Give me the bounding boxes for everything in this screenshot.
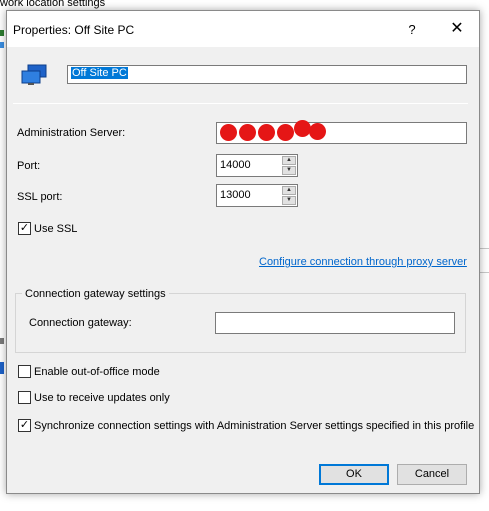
close-icon[interactable]: ✕ (447, 19, 467, 39)
gateway-input[interactable] (215, 312, 455, 334)
redaction-mark (239, 124, 256, 141)
synchronize-checkbox[interactable]: ✓ (18, 419, 31, 432)
gateway-group-label: Connection gateway settings (22, 288, 169, 300)
profile-name-input[interactable]: Off Site PC (67, 65, 467, 84)
computer-icon (21, 64, 47, 85)
ssl-port-label: SSL port: (17, 191, 63, 203)
admin-server-input[interactable] (216, 120, 467, 144)
port-label: Port: (17, 160, 41, 172)
updates-only-checkbox[interactable] (18, 391, 31, 404)
updates-only-label[interactable]: Use to receive updates only (34, 392, 170, 404)
out-of-office-label[interactable]: Enable out-of-office mode (34, 366, 160, 378)
synchronize-label[interactable]: Synchronize connection settings with Adm… (34, 420, 474, 432)
chevron-up-icon[interactable]: ▲ (282, 186, 296, 195)
dialog-titlebar: Properties: Off Site PC ? ✕ (7, 11, 479, 47)
gateway-label: Connection gateway: (29, 317, 132, 329)
dialog-title: Properties: Off Site PC (13, 23, 135, 37)
port-stepper[interactable]: 14000 ▲ ▼ (216, 154, 298, 177)
background-mark (0, 338, 4, 344)
redaction-mark (277, 124, 294, 141)
background-mark (0, 42, 4, 48)
background-window-title: work location settings (0, 0, 106, 9)
chevron-down-icon[interactable]: ▼ (282, 196, 296, 205)
background-mark (0, 30, 4, 36)
use-ssl-label[interactable]: Use SSL (34, 223, 77, 235)
proxy-settings-link[interactable]: Configure connection through proxy serve… (259, 256, 467, 268)
ok-button[interactable]: OK (319, 464, 389, 485)
properties-dialog: Properties: Off Site PC ? ✕ Off Site PC … (6, 10, 480, 494)
cancel-button[interactable]: Cancel (397, 464, 467, 485)
redaction-mark (309, 123, 326, 140)
use-ssl-checkbox[interactable]: ✓ (18, 222, 31, 235)
background-mark (0, 362, 4, 374)
redaction-mark (220, 124, 237, 141)
ssl-port-value: 13000 (220, 189, 251, 201)
header-separator (13, 103, 468, 104)
redaction-mark (258, 124, 275, 141)
profile-name-text: Off Site PC (71, 67, 128, 79)
port-value: 14000 (220, 159, 251, 171)
help-icon[interactable]: ? (402, 20, 422, 40)
out-of-office-checkbox[interactable] (18, 365, 31, 378)
admin-server-label: Administration Server: (17, 127, 126, 139)
chevron-up-icon[interactable]: ▲ (282, 156, 296, 165)
ssl-port-stepper[interactable]: 13000 ▲ ▼ (216, 184, 298, 207)
background-line (480, 248, 489, 249)
background-line (480, 272, 489, 273)
chevron-down-icon[interactable]: ▼ (282, 166, 296, 175)
